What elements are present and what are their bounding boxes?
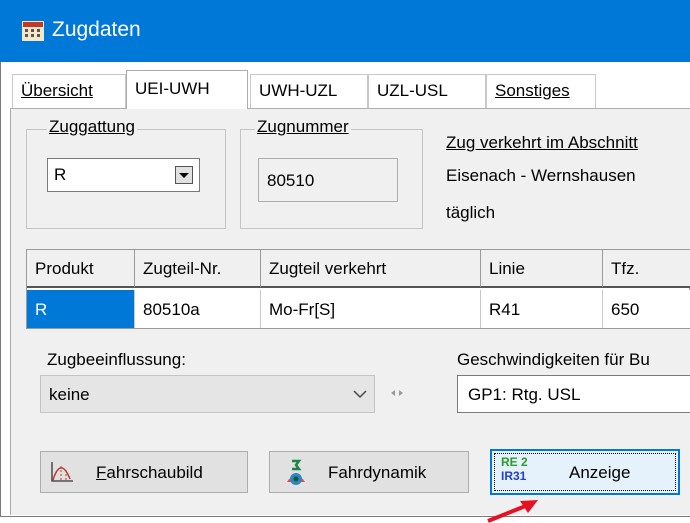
icon-line-top: RE 2 bbox=[501, 455, 528, 469]
zugbeeinflussung-label: Zugbeeinflussung: bbox=[47, 350, 186, 370]
geschwindigkeiten-label: Geschwindigkeiten für Bu bbox=[457, 350, 650, 369]
geschwindigkeiten-select[interactable]: GP1: Rtg. USL bbox=[457, 375, 690, 413]
column-header-produkt[interactable]: Produkt bbox=[27, 250, 135, 288]
train-line-display-icon: RE 2 IR31 bbox=[501, 455, 531, 489]
table-cell-zugteil-verkehrt[interactable]: Mo-Fr[S] bbox=[261, 290, 481, 328]
zugbeeinflussung-select[interactable]: keine bbox=[40, 375, 375, 413]
zuggattung-select[interactable]: R bbox=[47, 158, 200, 192]
tab-sonstiges[interactable]: Sonstiges bbox=[486, 74, 596, 108]
table-cell-zugteil-nr[interactable]: 80510a bbox=[135, 290, 261, 328]
tab-label: UWH-UZL bbox=[259, 81, 338, 100]
dropdown-button[interactable] bbox=[175, 166, 193, 184]
column-header-linie[interactable]: Linie bbox=[481, 250, 603, 288]
tab-label: Übersicht bbox=[21, 81, 93, 100]
fahrschaubild-label: Fahrschaubild bbox=[96, 463, 203, 482]
tab-label: UEI-UWH bbox=[135, 79, 210, 98]
tab-label: UZL-USL bbox=[377, 81, 448, 100]
zugnummer-field: 80510 bbox=[258, 158, 398, 202]
window-title: Zugdaten bbox=[52, 18, 141, 41]
splitter-arrows-icon[interactable] bbox=[390, 388, 404, 398]
abschnitt-frequency: täglich bbox=[446, 203, 496, 222]
label-text: Zugbeeinflussung: bbox=[47, 350, 186, 369]
fahrschaubild-button[interactable]: Fahrschaubild bbox=[40, 451, 248, 493]
abschnitt-label: Zug verkehrt im Abschnitt bbox=[446, 133, 638, 152]
zugbeeinflussung-value: keine bbox=[49, 385, 90, 404]
tab-uwh-uzl[interactable]: UWH-UZL bbox=[250, 74, 368, 108]
chart-curve-icon bbox=[51, 462, 73, 482]
dynamics-gauge-icon bbox=[287, 459, 305, 485]
tab-uei-uwh[interactable]: UEI-UWH bbox=[126, 70, 248, 109]
icon-line-bottom: IR31 bbox=[501, 469, 527, 483]
anzeige-button[interactable]: RE 2 IR31 Anzeige bbox=[490, 449, 680, 495]
table-cell-linie[interactable]: R41 bbox=[481, 290, 603, 328]
column-header-zugteil-nr[interactable]: Zugteil-Nr. bbox=[135, 250, 261, 288]
fahrdynamik-button[interactable]: Fahrdynamik bbox=[269, 451, 469, 493]
column-header-tfz[interactable]: Tfz. bbox=[603, 250, 690, 288]
zuggattung-value: R bbox=[54, 165, 67, 184]
column-header-zugteil-verkehrt[interactable]: Zugteil verkehrt bbox=[261, 250, 481, 288]
chevron-down-icon bbox=[179, 173, 189, 178]
tab-uzl-usl[interactable]: UZL-USL bbox=[368, 74, 486, 108]
zugnummer-label: Zugnummer bbox=[255, 117, 351, 137]
zugnummer-value: 80510 bbox=[267, 171, 315, 190]
anzeige-label: Anzeige bbox=[569, 463, 631, 482]
table-cell-produkt[interactable]: R bbox=[27, 290, 135, 328]
abschnitt-route: Eisenach - Wernshausen bbox=[446, 166, 636, 185]
chevron-down-icon bbox=[353, 390, 367, 399]
pointer-arrow bbox=[487, 500, 538, 523]
table-cell-tfz[interactable]: 650 bbox=[603, 290, 690, 328]
train-schedule-icon bbox=[22, 21, 44, 41]
tab-label: Sonstiges bbox=[495, 81, 570, 100]
fahrdynamik-label: Fahrdynamik bbox=[328, 463, 427, 482]
zuggattung-label: Zuggattung bbox=[47, 117, 138, 137]
geschwindigkeiten-value: GP1: Rtg. USL bbox=[468, 385, 581, 404]
tab-uebersicht[interactable]: Übersicht bbox=[12, 74, 126, 108]
